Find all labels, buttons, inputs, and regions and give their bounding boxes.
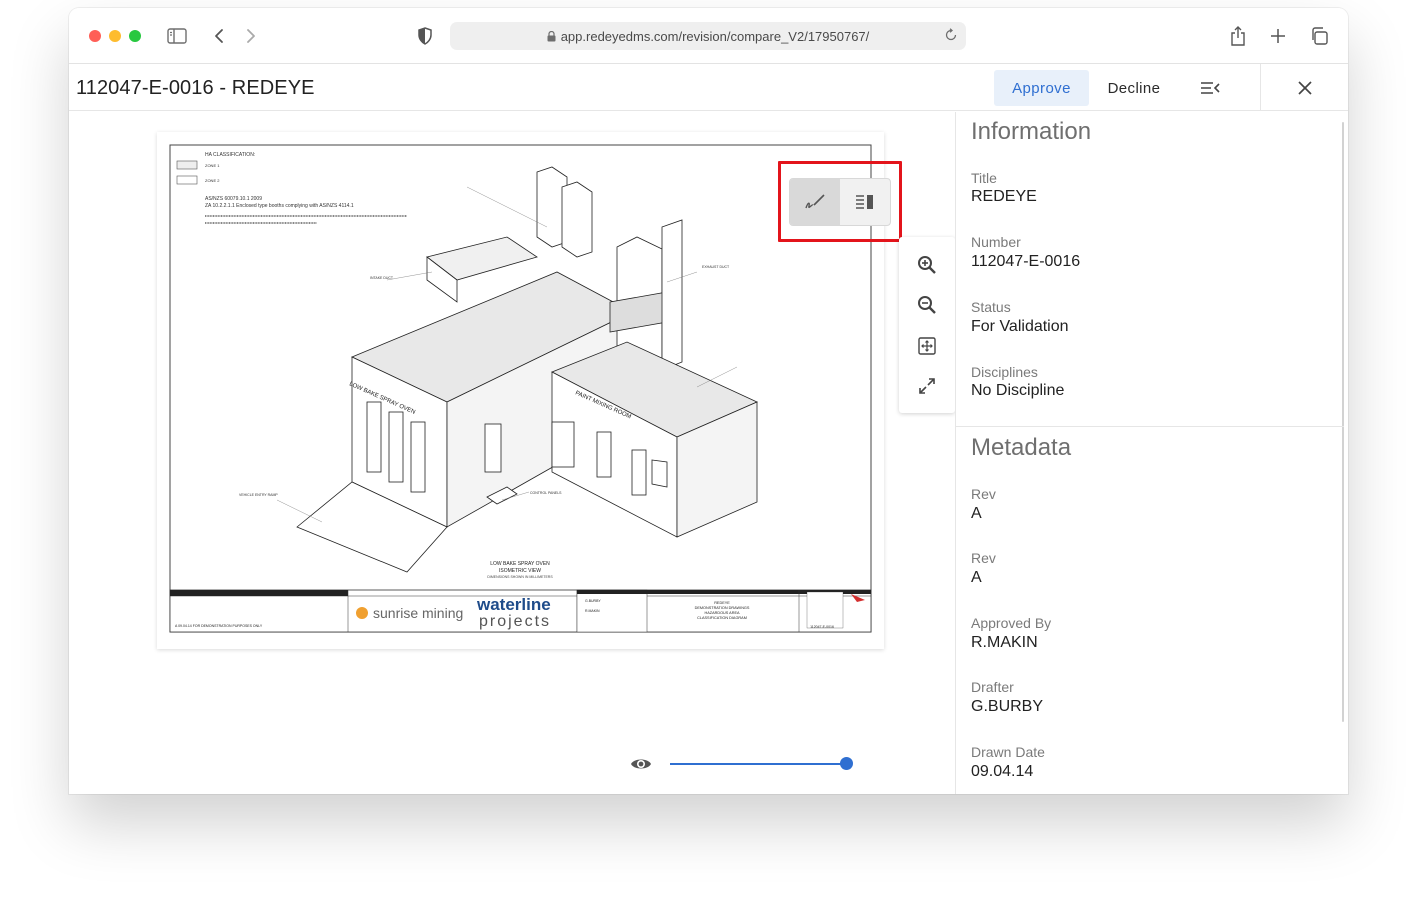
decline-button[interactable]: Decline bbox=[1095, 70, 1173, 106]
visibility-eye-icon[interactable] bbox=[629, 752, 653, 776]
company-logo-top: waterline bbox=[476, 595, 551, 614]
standard-line-2: ZA 10.2.2.1.1 Enclosed type booths compl… bbox=[205, 203, 354, 209]
panel-scrollbar[interactable] bbox=[1342, 122, 1344, 722]
company-logo-bottom: projects bbox=[479, 613, 551, 630]
opacity-slider-track[interactable] bbox=[670, 763, 846, 765]
info-panel: Information Title REDEYE Number 112047-E… bbox=[955, 112, 1348, 794]
exhaust-duct-label: EXHAUST DUCT bbox=[702, 265, 730, 269]
fullscreen-icon[interactable] bbox=[915, 374, 939, 398]
zone2-swatch bbox=[176, 175, 198, 185]
caption-view: ISOMETRIC VIEW bbox=[499, 568, 541, 574]
side-by-side-mode-button[interactable] bbox=[840, 179, 890, 225]
browser-toolbar: app.redeyedms.com/revision/compare_V2/17… bbox=[69, 8, 1348, 64]
forward-icon[interactable] bbox=[239, 24, 263, 48]
approved-by: R.MAKIN bbox=[585, 609, 600, 613]
field-value-rev: A bbox=[971, 505, 982, 522]
field-value-approved-by: R.MAKIN bbox=[971, 634, 1038, 651]
field-label-drawn-date: Drawn Date bbox=[971, 744, 1045, 760]
ramp-label: VEHICLE ENTRY RAMP bbox=[239, 493, 278, 497]
overlay-mode-button[interactable] bbox=[790, 179, 840, 225]
title-block: A 09.04.14 FOR DEMONSTRATION PURPOSES ON… bbox=[169, 589, 872, 633]
drawn-by: G.BURBY bbox=[585, 599, 601, 603]
zoom-out-icon[interactable] bbox=[915, 293, 939, 317]
metadata-heading: Metadata bbox=[971, 434, 1072, 461]
ha-heading: HA CLASSIFICATION: bbox=[205, 152, 255, 158]
caption-dimensions: DIMENSIONS SHOWN IN MILLIMETERS bbox=[487, 575, 553, 579]
close-icon[interactable] bbox=[1293, 76, 1317, 100]
field-label-status: Status bbox=[971, 299, 1011, 315]
new-tab-icon[interactable] bbox=[1266, 24, 1290, 48]
document-header: 112047-E-0016 - REDEYE Approve Decline bbox=[69, 64, 1348, 111]
panel-divider bbox=[956, 426, 1344, 427]
lock-icon bbox=[547, 30, 556, 42]
share-icon[interactable] bbox=[1226, 24, 1250, 48]
shield-icon[interactable] bbox=[413, 24, 437, 48]
drawing-title-1: REDEYE bbox=[714, 601, 730, 605]
url-text: app.redeyedms.com/revision/compare_V2/17… bbox=[560, 28, 870, 44]
opacity-slider-thumb[interactable] bbox=[840, 757, 853, 770]
view-mode-toggle[interactable] bbox=[789, 178, 891, 226]
approve-button[interactable]: Approve bbox=[994, 70, 1089, 106]
drawing-number: 112047-E-0016 bbox=[810, 625, 834, 629]
client-logo: sunrise mining bbox=[373, 605, 463, 621]
close-window-button[interactable] bbox=[89, 30, 101, 42]
back-icon[interactable] bbox=[207, 24, 231, 48]
fit-to-screen-icon[interactable] bbox=[915, 334, 939, 358]
address-bar[interactable]: app.redeyedms.com/revision/compare_V2/17… bbox=[450, 22, 966, 50]
zoom-toolbar bbox=[899, 237, 955, 413]
header-divider bbox=[1260, 64, 1261, 111]
drawing-title-3: HAZARDOUS AREA bbox=[704, 611, 739, 615]
signature-icon bbox=[805, 194, 825, 209]
field-label-title: Title bbox=[971, 170, 997, 186]
field-label-disciplines: Disciplines bbox=[971, 364, 1038, 380]
information-heading: Information bbox=[971, 118, 1092, 145]
field-value-disciplines: No Discipline bbox=[971, 382, 1065, 399]
revision-row: A 09.04.14 FOR DEMONSTRATION PURPOSES ON… bbox=[175, 624, 263, 628]
field-label-drafter: Drafter bbox=[971, 679, 1014, 695]
maximize-window-button[interactable] bbox=[129, 30, 141, 42]
tab-overview-icon[interactable] bbox=[1307, 24, 1331, 48]
field-value-rev-2: A bbox=[971, 569, 982, 586]
field-label-rev: Rev bbox=[971, 486, 996, 502]
field-value-drawn-date: 09.04.14 bbox=[971, 763, 1034, 780]
field-label-approved-by: Approved By bbox=[971, 615, 1052, 631]
field-value-title: REDEYE bbox=[971, 188, 1037, 205]
zone1-label: ZONE 1 bbox=[205, 163, 220, 168]
zone1-swatch bbox=[176, 160, 198, 170]
zoom-in-icon[interactable] bbox=[915, 253, 939, 277]
field-value-status: For Validation bbox=[971, 318, 1069, 335]
control-panels-label: CONTROL PANELS bbox=[530, 491, 562, 495]
drawing-title-4: CLASSIFICATION DIAGRAM bbox=[697, 616, 747, 620]
field-value-drafter: G.BURBY bbox=[971, 698, 1044, 715]
drawing-viewer[interactable]: HA CLASSIFICATION: ZONE 1 ZONE 2 AS/NZS … bbox=[69, 112, 955, 794]
sidebar-toggle-icon[interactable] bbox=[165, 24, 189, 48]
reload-icon[interactable] bbox=[944, 28, 958, 42]
document-title: 112047-E-0016 - REDEYE bbox=[76, 77, 315, 99]
field-label-rev-2: Rev bbox=[971, 550, 996, 566]
engineering-drawing[interactable]: HA CLASSIFICATION: ZONE 1 ZONE 2 AS/NZS … bbox=[157, 132, 884, 649]
sunrise-logo-mark bbox=[356, 607, 368, 619]
browser-window: app.redeyedms.com/revision/compare_V2/17… bbox=[69, 8, 1348, 794]
field-value-number: 112047-E-0016 bbox=[971, 253, 1081, 270]
drawing-title-2: DEMONSTRATION DRAWINGS bbox=[695, 606, 750, 610]
zone2-label: ZONE 2 bbox=[205, 178, 220, 183]
field-label-number: Number bbox=[971, 234, 1021, 250]
standard-line-1: AS/NZS 60079.10.1 2009 bbox=[205, 196, 262, 202]
caption-title: LOW BAKE SPRAY OVEN bbox=[490, 561, 550, 567]
minimize-window-button[interactable] bbox=[109, 30, 121, 42]
list-panel-icon bbox=[856, 195, 873, 209]
collapse-panel-icon[interactable] bbox=[1195, 76, 1225, 100]
